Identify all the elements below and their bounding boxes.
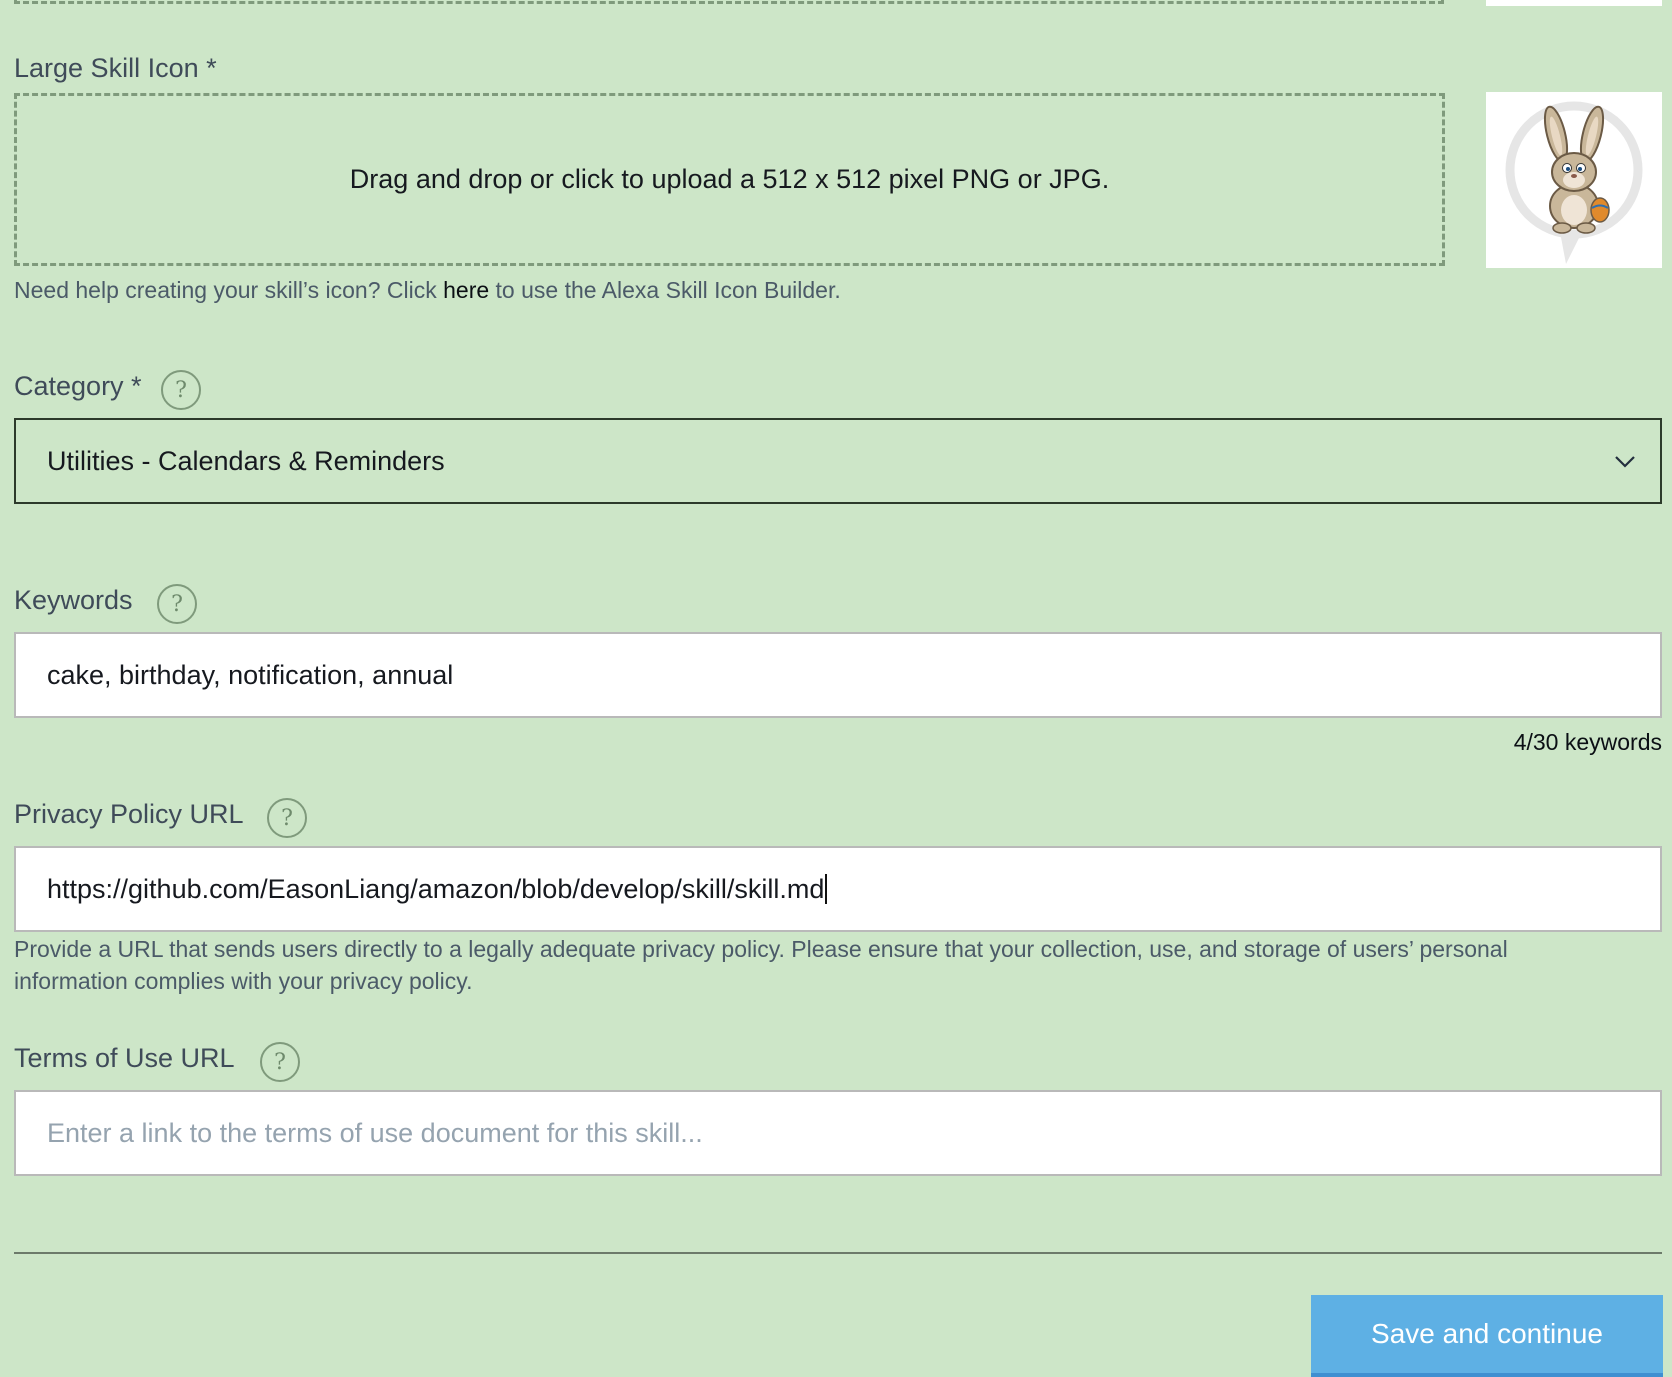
privacy-url-input[interactable]: https://github.com/EasonLiang/amazon/blo… xyxy=(14,846,1662,932)
dropzone-text: Drag and drop or click to upload a 512 x… xyxy=(349,164,1110,194)
privacy-help-line-1: Provide a URL that sends users directly … xyxy=(14,936,1508,962)
category-label: Category * xyxy=(14,371,142,401)
terms-help-icon[interactable]: ? xyxy=(260,1042,300,1082)
keywords-label: Keywords xyxy=(14,585,133,615)
save-button-label: Save and continue xyxy=(1371,1318,1603,1349)
terms-url-label: Terms of Use URL xyxy=(14,1043,235,1073)
keywords-count: 4/30 keywords xyxy=(1513,729,1662,755)
privacy-help-text: Provide a URL that sends users directly … xyxy=(14,933,1508,997)
large-icon-dropzone[interactable]: Drag and drop or click to upload a 512 x… xyxy=(14,93,1445,266)
terms-url-placeholder: Enter a link to the terms of use documen… xyxy=(47,1117,703,1148)
category-help-icon[interactable]: ? xyxy=(161,370,201,410)
icon-help-text: Need help creating your skill’s icon? Cl… xyxy=(14,274,841,306)
save-and-continue-button[interactable]: Save and continue xyxy=(1311,1295,1663,1377)
privacy-url-value: https://github.com/EasonLiang/amazon/blo… xyxy=(47,873,825,904)
privacy-url-label: Privacy Policy URL xyxy=(14,799,244,829)
bunny-icon xyxy=(1505,101,1643,264)
privacy-help-line-2: information complies with your privacy p… xyxy=(14,968,473,994)
text-cursor xyxy=(825,874,828,904)
large-icon-label: Large Skill Icon * xyxy=(14,53,217,83)
category-select[interactable]: Utilities - Calendars & Reminders xyxy=(14,418,1662,504)
previous-icon-preview xyxy=(1486,0,1662,6)
chevron-down-icon xyxy=(1615,456,1635,468)
keywords-input[interactable]: cake, birthday, notification, annual xyxy=(14,632,1662,718)
privacy-help-icon[interactable]: ? xyxy=(267,798,307,838)
footer-divider xyxy=(14,1252,1662,1254)
terms-url-input[interactable]: Enter a link to the terms of use documen… xyxy=(14,1090,1662,1176)
keywords-help-icon[interactable]: ? xyxy=(157,584,197,624)
category-selected-value: Utilities - Calendars & Reminders xyxy=(47,445,445,476)
icon-help-prefix: Need help creating your skill’s icon? Cl… xyxy=(14,277,444,303)
icon-builder-link[interactable]: here xyxy=(443,277,489,303)
large-icon-preview xyxy=(1486,92,1662,268)
keywords-value: cake, birthday, notification, annual xyxy=(47,659,454,690)
previous-icon-dropzone[interactable] xyxy=(14,0,1444,4)
icon-help-suffix: to use the Alexa Skill Icon Builder. xyxy=(489,277,841,303)
